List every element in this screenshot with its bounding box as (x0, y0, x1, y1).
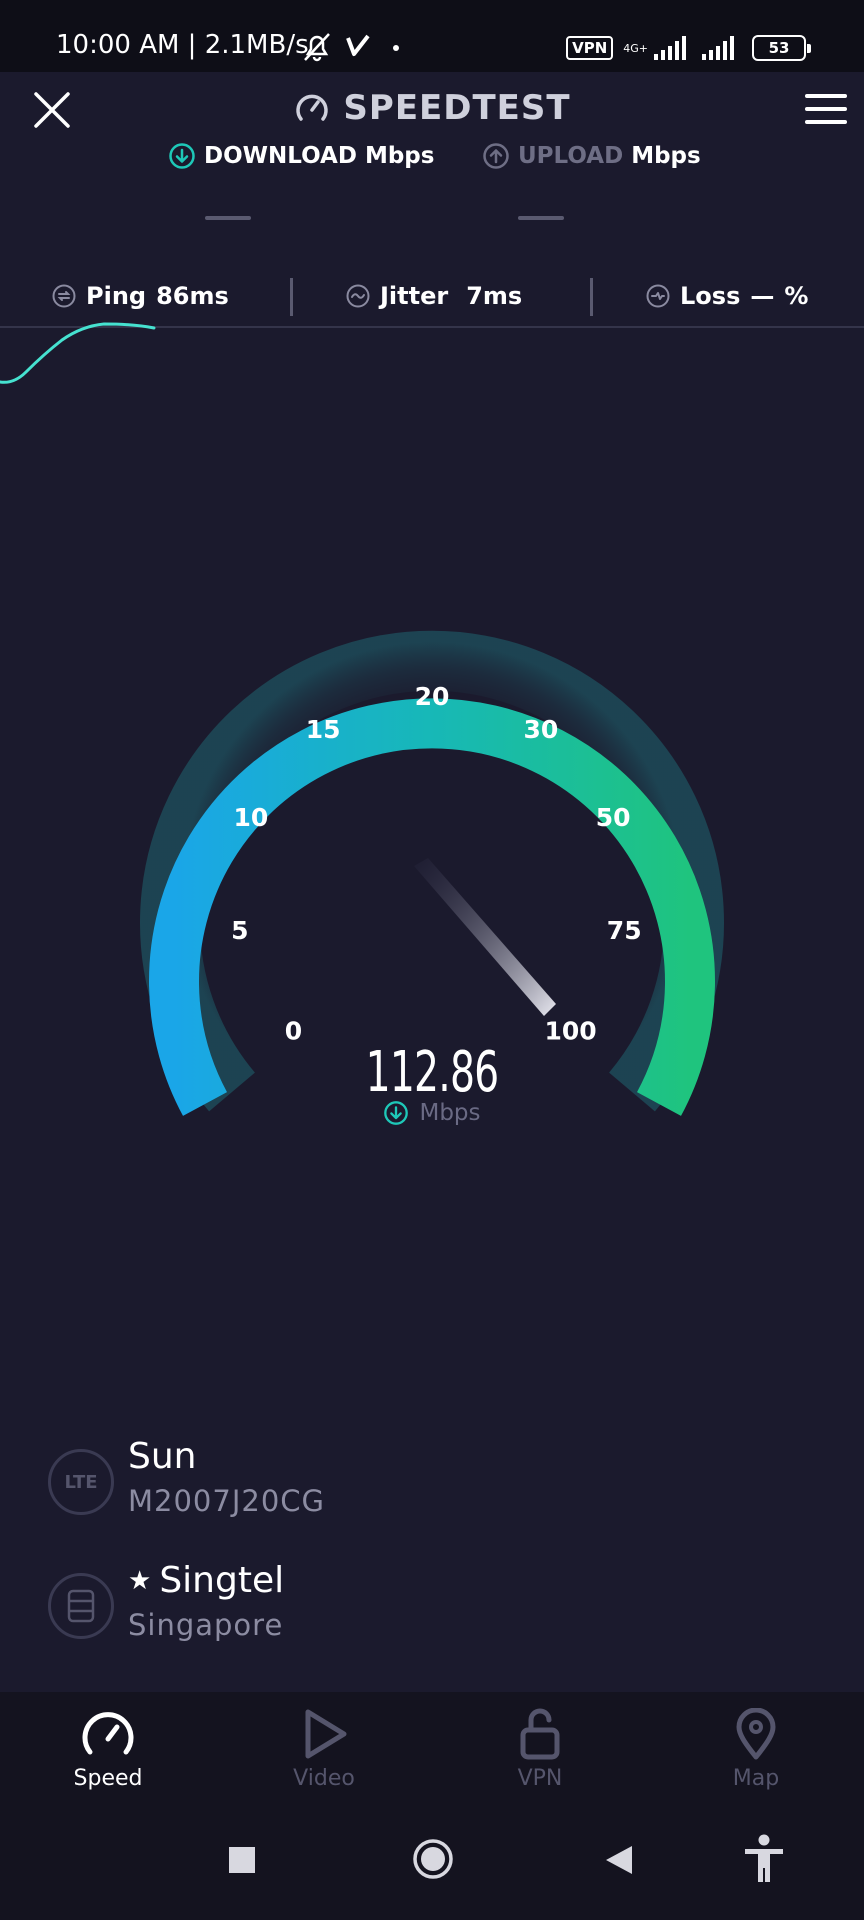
app-title: SPEEDTEST (0, 88, 864, 128)
carrier-name: Sun (128, 1436, 197, 1477)
jitter-value: 7ms (466, 282, 523, 310)
tab-download-label: DOWNLOAD (204, 143, 357, 169)
check-app-icon (346, 34, 370, 56)
carrier-badge: LTE (48, 1449, 114, 1515)
nav-map[interactable]: Map (676, 1708, 836, 1791)
download-arrow-icon (384, 1101, 409, 1125)
battery-level: 53 (768, 39, 790, 57)
nav-speed-label: Speed (73, 1766, 143, 1791)
nav-vpn-label: VPN (517, 1766, 563, 1791)
stats-divider (590, 278, 593, 316)
download-arrow-icon (169, 143, 195, 169)
bell-muted-icon (304, 33, 330, 62)
speedometer-icon (296, 94, 329, 121)
vpn-badge: VPN (566, 36, 614, 60)
ping-icon (52, 284, 76, 308)
tab-upload-label: UPLOAD (518, 143, 624, 169)
signal-icon-2 (702, 36, 734, 60)
dot-icon (393, 45, 399, 51)
speed-value: 112.86 (365, 1040, 500, 1105)
battery-icon: 53 (752, 35, 811, 61)
nav-video-label: Video (293, 1766, 355, 1791)
gauge-tick-label: 50 (596, 803, 631, 832)
status-time: 10:00 AM | 2.1MB/s (56, 30, 309, 60)
ping-graph-line (0, 322, 156, 384)
server-selector[interactable]: ★ Singtel (128, 1560, 284, 1601)
loss-label: Loss (680, 282, 741, 310)
download-result-placeholder (205, 216, 251, 220)
status-icons: VPN 4G+ 53 (566, 30, 811, 66)
gauge-tick-label: 10 (234, 803, 269, 832)
app-title-text: SPEEDTEST (343, 88, 571, 128)
system-nav-bar (0, 1802, 864, 1920)
server-icon (67, 1589, 95, 1623)
loss-unit: % (784, 282, 809, 310)
menu-button[interactable] (804, 92, 848, 126)
carrier-badge-text: LTE (64, 1471, 98, 1493)
server-icon-badge[interactable] (48, 1573, 114, 1639)
speedometer-icon (82, 1712, 134, 1755)
recent-apps-icon[interactable] (228, 1846, 256, 1874)
accessibility-icon[interactable] (742, 1834, 786, 1884)
nav-map-label: Map (732, 1766, 780, 1791)
upload-arrow-icon (483, 143, 509, 169)
ping-label: Ping (86, 282, 147, 310)
gauge-tick-label: 20 (415, 682, 450, 711)
jitter-stat: Jitter 7ms (346, 282, 522, 310)
speed-unit: Mbps (419, 1100, 481, 1126)
play-icon (305, 1709, 347, 1759)
jitter-icon (346, 284, 370, 308)
loss-value: — (750, 282, 775, 310)
jitter-label: Jitter (380, 282, 449, 310)
gauge-tick-label: 5 (231, 916, 248, 945)
status-bar: 10:00 AM | 2.1MB/s VPN 4G+ 53 (0, 0, 864, 72)
gauge-tick-label: 30 (524, 715, 559, 744)
nav-speed[interactable]: Speed (28, 1708, 188, 1791)
nav-vpn[interactable]: VPN (460, 1708, 620, 1791)
tab-download[interactable]: DOWNLOAD Mbps (168, 142, 434, 170)
home-icon[interactable] (412, 1838, 454, 1880)
map-pin-icon (736, 1708, 776, 1760)
device-model: M2007J20CG (128, 1484, 325, 1518)
unlock-icon (520, 1708, 560, 1760)
nav-video[interactable]: Video (244, 1708, 404, 1791)
signal-icon (654, 36, 686, 60)
server-location: Singapore (128, 1608, 284, 1642)
back-icon[interactable] (604, 1844, 634, 1876)
loss-icon (646, 284, 670, 308)
bottom-nav: Speed Video VPN Map (0, 1692, 864, 1802)
tab-upload[interactable]: UPLOAD Mbps (482, 142, 701, 170)
stats-divider (290, 278, 293, 316)
tab-download-unit: Mbps (364, 143, 435, 169)
speed-unit-row: Mbps (0, 1100, 864, 1126)
speed-gauge: 05101520305075100 (140, 630, 724, 1116)
tab-upload-unit: Mbps (631, 143, 701, 169)
ping-value: 86ms (156, 282, 229, 310)
server-name: Singtel (159, 1560, 285, 1601)
ping-stat: Ping 86ms (52, 282, 229, 310)
loss-stat: Loss — % (646, 282, 808, 310)
gauge-tick-label: 75 (607, 916, 642, 945)
star-icon: ★ (128, 1565, 152, 1596)
network-type: 4G+ (623, 41, 648, 55)
gauge-tick-label: 15 (306, 715, 341, 744)
gauge-needle (414, 858, 556, 1016)
upload-result-placeholder (518, 216, 564, 220)
